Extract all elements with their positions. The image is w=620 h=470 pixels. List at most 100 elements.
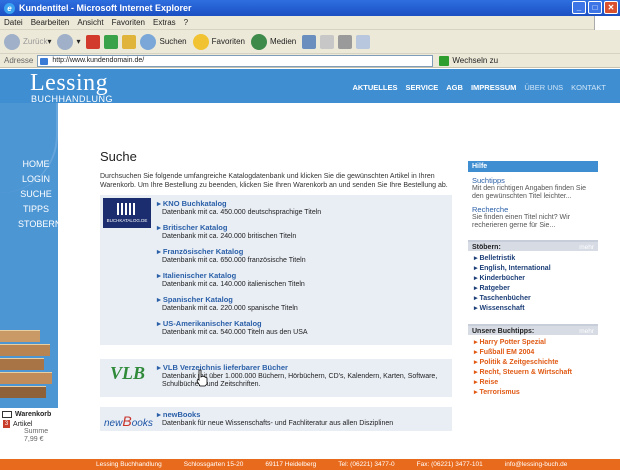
cart-icon bbox=[2, 411, 12, 418]
menu-ansicht[interactable]: Ansicht bbox=[77, 18, 103, 27]
list-item[interactable]: Spanischer KatalogDatenbank mit ca. 220.… bbox=[157, 295, 447, 312]
star-icon bbox=[192, 33, 209, 50]
history-icon[interactable] bbox=[302, 34, 317, 49]
leftnav-home[interactable]: HOME bbox=[18, 159, 54, 169]
leftnav-tipps[interactable]: TIPPS bbox=[18, 204, 54, 214]
list-item[interactable]: Belletristik bbox=[474, 254, 594, 264]
window-titlebar: e Kundentitel - Microsoft Internet Explo… bbox=[0, 0, 620, 16]
vlb-logo: VLB bbox=[110, 363, 146, 383]
browser-toolbar: Zurück ▾ ▾ Suchen Favoriten Medien bbox=[0, 30, 620, 54]
edit-icon[interactable] bbox=[356, 34, 371, 49]
stoebern-list: Belletristik English, International Kind… bbox=[468, 251, 598, 318]
leftnav-stobern[interactable]: STOBERN bbox=[18, 219, 61, 229]
menu-bearbeiten[interactable]: Bearbeiten bbox=[31, 18, 70, 27]
minimize-button[interactable]: _ bbox=[572, 1, 586, 14]
list-item[interactable]: English, International bbox=[474, 264, 594, 274]
close-button[interactable]: ✕ bbox=[604, 1, 618, 14]
list-item[interactable]: Recht, Steuern & Wirtschaft bbox=[474, 368, 594, 378]
print-icon[interactable] bbox=[338, 34, 353, 49]
list-item[interactable]: Ratgeber bbox=[474, 284, 594, 294]
leftnav-login[interactable]: LOGIN bbox=[18, 174, 54, 184]
media-button[interactable]: Medien bbox=[250, 33, 296, 50]
stoebern-header: Stöbern: mehr bbox=[468, 240, 598, 251]
footer-city: 69117 Heidelberg bbox=[265, 461, 317, 468]
menu-help[interactable]: ? bbox=[184, 18, 188, 27]
site-header: Lessing BUCHHANDLUNG AKTUELLES SERVICE A… bbox=[0, 69, 620, 104]
newbooks-box: newBooks newBooksDatenbank für neue Wiss… bbox=[100, 407, 452, 431]
mail-icon[interactable] bbox=[320, 34, 335, 49]
buchtipps-header: Unsere Buchtipps: mehr bbox=[468, 324, 598, 335]
refresh-icon[interactable] bbox=[104, 34, 119, 49]
top-navigation: AKTUELLES SERVICE AGB IMPRESSUM ÜBER UNS… bbox=[352, 83, 606, 92]
list-item[interactable]: Taschenbücher bbox=[474, 294, 594, 304]
footer-company: Lessing Buchhandlung bbox=[96, 461, 162, 468]
list-item[interactable]: Kinderbücher bbox=[474, 274, 594, 284]
go-arrow-icon bbox=[439, 55, 450, 66]
list-item[interactable]: Terrorismus bbox=[474, 388, 594, 398]
address-bar: Adresse http://www.kundendomain.de/ Wech… bbox=[0, 54, 620, 68]
back-arrow-icon bbox=[4, 33, 20, 50]
left-navigation: HOME LOGIN SUCHE TIPPS STOBERN bbox=[18, 159, 61, 229]
intro-text: Durchsuchen Sie folgende umfangreiche Ka… bbox=[100, 173, 448, 189]
buchtipps-list: Harry Potter Spezial Fußball EM 2004 Pol… bbox=[468, 335, 598, 402]
tip-suchtipps[interactable]: Suchtipps Mit den richtigen Angaben find… bbox=[468, 172, 598, 201]
catalog-list: KNO BuchkatalogDatenbank mit ca. 450.000… bbox=[157, 199, 447, 343]
footer-phone: Tel: (06221) 3477-0 bbox=[338, 461, 395, 468]
list-item[interactable]: newBooksDatenbank für neue Wissenschafts… bbox=[157, 410, 447, 427]
menu-extras[interactable]: Extras bbox=[153, 18, 176, 27]
back-button[interactable]: Zurück ▾ bbox=[4, 33, 51, 50]
footer-email[interactable]: info@lessing-buch.de bbox=[505, 461, 568, 468]
nav-service[interactable]: SERVICE bbox=[405, 83, 438, 92]
stoebern-more-link[interactable]: mehr bbox=[579, 242, 594, 253]
buchtipps-more-link[interactable]: mehr bbox=[579, 326, 594, 337]
books-illustration bbox=[0, 322, 58, 406]
list-item[interactable]: Französischer KatalogDatenbank mit ca. 6… bbox=[157, 247, 447, 264]
stop-icon[interactable] bbox=[86, 34, 101, 49]
book-bars-icon bbox=[117, 203, 137, 215]
footer-fax: Fax: (06221) 3477-101 bbox=[416, 461, 483, 468]
cart-sum: 7,99 € bbox=[24, 436, 44, 443]
nav-impressum[interactable]: IMPRESSUM bbox=[471, 83, 516, 92]
main-content: Suche Durchsuchen Sie folgende umfangrei… bbox=[100, 149, 452, 198]
maximize-button[interactable]: □ bbox=[588, 1, 602, 14]
home-icon[interactable] bbox=[122, 34, 137, 49]
list-item[interactable]: Reise bbox=[474, 378, 594, 388]
address-label: Adresse bbox=[4, 56, 34, 65]
footer-street: Schlossgarten 15-20 bbox=[183, 461, 244, 468]
list-item[interactable]: Politik & Zeitgeschichte bbox=[474, 358, 594, 368]
list-item[interactable]: US-Amerikanischer KatalogDatenbank mit c… bbox=[157, 319, 447, 336]
page-title: Suche bbox=[100, 149, 137, 164]
leftnav-suche[interactable]: SUCHE bbox=[18, 189, 54, 199]
hand-cursor-icon bbox=[196, 369, 208, 387]
nav-agb[interactable]: AGB bbox=[446, 83, 463, 92]
menu-bar: Datei Bearbeiten Ansicht Favoriten Extra… bbox=[0, 16, 620, 30]
window-title: Kundentitel - Microsoft Internet Explore… bbox=[19, 3, 192, 13]
forward-button[interactable]: ▾ bbox=[57, 33, 80, 50]
list-item[interactable]: Fußball EM 2004 bbox=[474, 348, 594, 358]
right-sidebar: Hilfe Suchtipps Mit den richtigen Angabe… bbox=[468, 161, 598, 402]
menu-favoriten[interactable]: Favoriten bbox=[112, 18, 145, 27]
search-icon bbox=[140, 33, 157, 50]
go-button[interactable]: Wechseln zu bbox=[439, 55, 498, 66]
site-footer: Lessing Buchhandlung Schlossgarten 15-20… bbox=[0, 459, 620, 470]
nav-ueber-uns[interactable]: ÜBER UNS bbox=[524, 83, 563, 92]
nav-kontakt[interactable]: KONTAKT bbox=[571, 83, 606, 92]
address-input[interactable]: http://www.kundendomain.de/ bbox=[37, 54, 434, 67]
site-logo[interactable]: Lessing BUCHHANDLUNG bbox=[30, 71, 113, 104]
list-item[interactable]: KNO BuchkatalogDatenbank mit ca. 450.000… bbox=[157, 199, 447, 216]
list-item[interactable]: Italienischer KatalogDatenbank mit ca. 1… bbox=[157, 271, 447, 288]
forward-arrow-icon bbox=[57, 33, 74, 50]
list-item[interactable]: Harry Potter Spezial bbox=[474, 338, 594, 348]
search-button[interactable]: Suchen bbox=[140, 33, 187, 50]
page-viewport: Lessing BUCHHANDLUNG AKTUELLES SERVICE A… bbox=[0, 69, 620, 461]
media-icon bbox=[250, 33, 267, 50]
list-item[interactable]: Britischer KatalogDatenbank mit ca. 240.… bbox=[157, 223, 447, 240]
favorites-button[interactable]: Favoriten bbox=[192, 33, 245, 50]
vlb-box: VLB VLB Verzeichnis lieferbarer BücherDa… bbox=[100, 359, 452, 397]
list-item[interactable]: Wissenschaft bbox=[474, 304, 594, 314]
tip-recherche[interactable]: Recherche Sie finden einen Titel nicht? … bbox=[468, 201, 598, 230]
cart-widget[interactable]: Warenkorb 3 Artikel Summe 7,99 € bbox=[0, 408, 58, 461]
nav-aktuelles[interactable]: AKTUELLES bbox=[352, 83, 397, 92]
menu-datei[interactable]: Datei bbox=[4, 18, 23, 27]
help-header: Hilfe bbox=[468, 161, 598, 172]
